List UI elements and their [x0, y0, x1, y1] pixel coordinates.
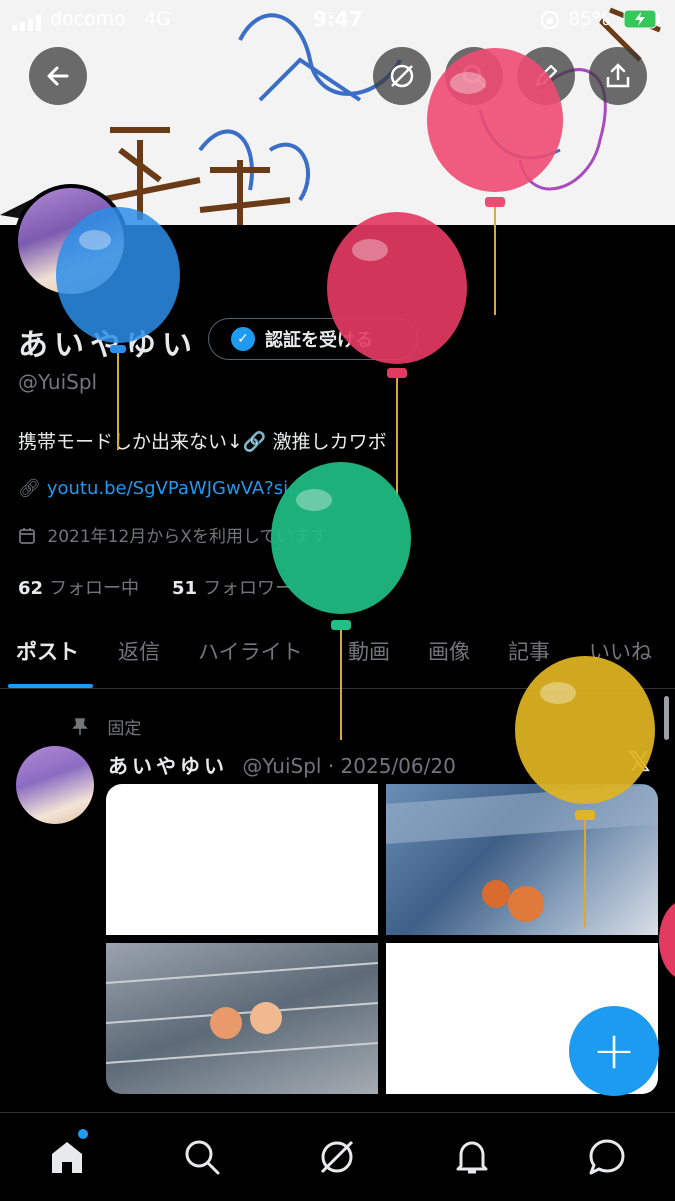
clock: 9:47 — [313, 7, 363, 31]
active-tab-indicator — [8, 684, 93, 688]
pink-balloon — [427, 48, 563, 315]
blue-balloon — [56, 207, 180, 450]
battery-icon — [623, 9, 661, 34]
bottom-navigation — [0, 1112, 675, 1201]
post-author-name[interactable]: あいやゆい — [108, 754, 228, 778]
status-bar: docomo 4G 9:47 85% — [0, 0, 675, 40]
link-icon: 🔗︎ — [18, 478, 41, 499]
pinned-label: 固定 — [72, 714, 141, 739]
battery-percentage: 85% — [568, 8, 611, 30]
grok-icon — [390, 64, 414, 88]
partial-red-balloon — [659, 903, 675, 977]
post-media-1[interactable] — [106, 784, 378, 935]
post-author-avatar[interactable] — [16, 746, 94, 824]
yellow-balloon — [515, 656, 655, 927]
scrollbar[interactable] — [664, 696, 669, 740]
home-icon — [52, 1142, 82, 1173]
post-media-3[interactable] — [106, 943, 379, 1094]
plus-icon: + — [592, 1021, 636, 1081]
new-posts-dot — [78, 1129, 88, 1139]
nav-home[interactable] — [45, 1135, 89, 1179]
pin-icon — [72, 718, 107, 739]
carrier-label: docomo 4G — [50, 8, 171, 30]
signal-icon — [12, 14, 46, 36]
share-button[interactable] — [589, 47, 647, 105]
orientation-lock-icon — [540, 10, 560, 35]
grok-icon — [320, 1140, 354, 1174]
nav-messages[interactable] — [585, 1135, 629, 1179]
following-link[interactable]: 62 フォロー中 — [18, 574, 139, 600]
green-balloon — [271, 462, 411, 740]
verified-badge-icon: ✓ — [231, 327, 255, 351]
nav-search[interactable] — [180, 1135, 224, 1179]
post-author-handle[interactable]: @YuiSpl — [242, 754, 321, 778]
share-icon — [606, 63, 630, 88]
nav-notifications[interactable] — [450, 1135, 494, 1179]
tab-photos[interactable]: 画像 — [428, 636, 470, 666]
compose-post-button[interactable]: + — [569, 1006, 659, 1096]
profile-link[interactable]: 🔗︎ youtu.be/SgVPaWJGwVA?si... — [18, 478, 305, 499]
post-header: あいやゆい @YuiSpl · 2025/06/20 — [108, 750, 456, 779]
nav-grok[interactable] — [315, 1135, 359, 1179]
search-icon — [185, 1140, 220, 1175]
post-date[interactable]: · 2025/06/20 — [328, 754, 456, 778]
tab-posts[interactable]: ポスト — [16, 636, 79, 666]
back-button[interactable] — [29, 47, 87, 105]
messages-icon — [589, 1139, 625, 1175]
tab-replies[interactable]: 返信 — [118, 636, 160, 666]
calendar-icon — [18, 527, 47, 547]
back-arrow-icon — [47, 66, 69, 86]
notifications-icon — [456, 1141, 488, 1174]
